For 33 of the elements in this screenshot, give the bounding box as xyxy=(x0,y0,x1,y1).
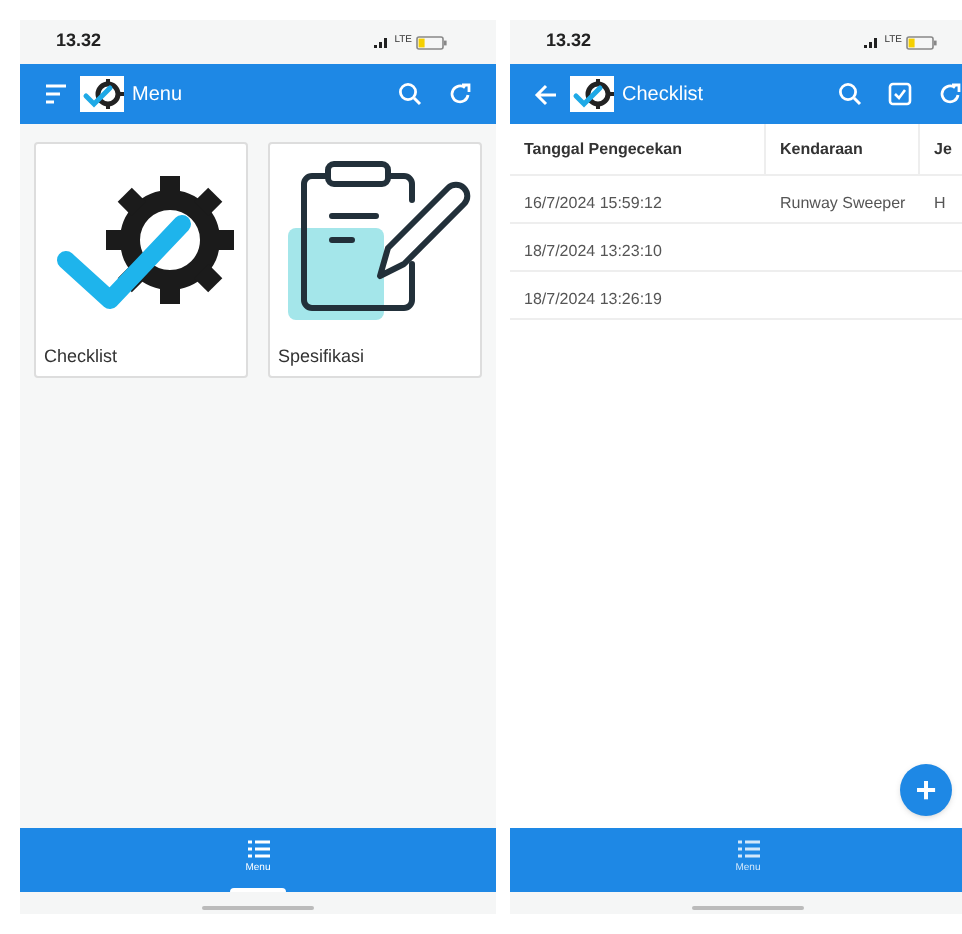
menu-tile[interactable]: Checklist xyxy=(34,142,248,378)
table-row[interactable]: 18/7/2024 13:26:19 xyxy=(510,272,962,320)
table-cell: 16/7/2024 15:59:12 xyxy=(524,193,662,211)
table-row[interactable]: 16/7/2024 15:59:12 Runway Sweeper H xyxy=(510,176,962,224)
battery-icon xyxy=(906,35,938,49)
header-title: Menu xyxy=(132,81,183,109)
search-icon[interactable] xyxy=(838,82,862,106)
signal-icon xyxy=(864,36,881,48)
back-arrow-icon[interactable] xyxy=(534,83,558,105)
list-icon xyxy=(737,840,759,858)
signal-icon xyxy=(374,36,391,48)
battery-icon xyxy=(416,35,448,49)
refresh-icon[interactable] xyxy=(448,82,472,106)
search-icon[interactable] xyxy=(398,82,422,106)
table-cell: 18/7/2024 13:23:10 xyxy=(524,241,662,259)
table-cell: 18/7/2024 13:26:19 xyxy=(524,289,662,307)
refresh-icon[interactable] xyxy=(938,82,962,106)
add-button[interactable]: + xyxy=(900,764,952,816)
column-header: Je xyxy=(932,137,954,161)
app-logo-icon xyxy=(80,76,124,112)
menu-icon[interactable] xyxy=(44,84,68,104)
table-cell: Runway Sweeper xyxy=(780,193,906,211)
list-icon xyxy=(247,840,269,858)
status-time: 13.32 xyxy=(56,28,102,55)
app-logo-icon xyxy=(570,76,614,112)
table-cell: H xyxy=(934,193,946,211)
column-header: Kendaraan xyxy=(766,124,920,174)
checkbox-icon[interactable] xyxy=(888,82,912,106)
header-title: Checklist xyxy=(622,81,704,109)
column-header: Tanggal Pengecekan xyxy=(510,124,766,174)
status-time: 13.32 xyxy=(546,28,592,55)
table-row[interactable]: 18/7/2024 13:23:10 xyxy=(510,224,962,272)
menu-tile[interactable]: Spesifikasi xyxy=(268,142,482,378)
